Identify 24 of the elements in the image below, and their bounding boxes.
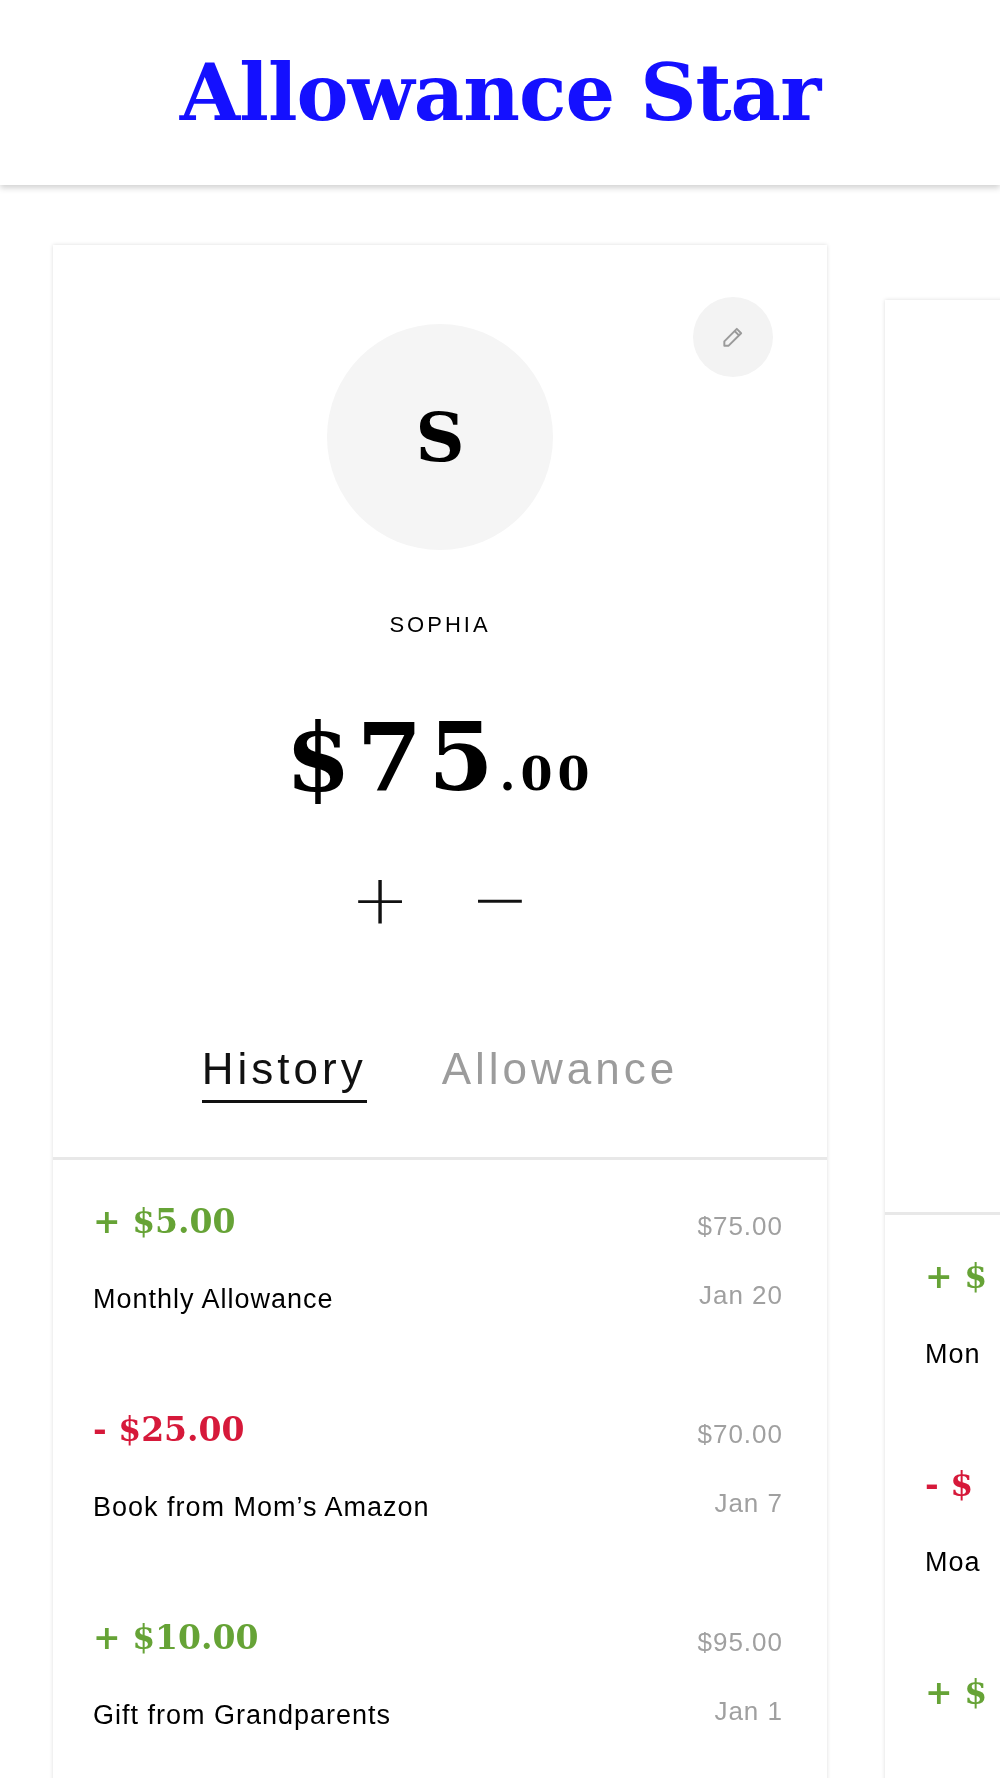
add-button[interactable]: + xyxy=(345,869,415,929)
transaction-amount: + $ xyxy=(925,1257,988,1297)
child-name: SOPHIA xyxy=(389,611,491,639)
transaction-amount: + $5.00 xyxy=(93,1202,237,1242)
transaction-description: Book from Mom’s Amazon xyxy=(93,1492,430,1522)
transaction-description: Gift from Grandparents xyxy=(93,1700,392,1730)
running-balance: $95.00 xyxy=(697,1626,783,1659)
running-balance: $70.00 xyxy=(697,1418,783,1451)
transaction-amount: - $25.00 xyxy=(93,1410,246,1450)
subtract-button[interactable]: − xyxy=(465,869,535,929)
transaction-date: Jan 1 xyxy=(713,1696,783,1726)
transaction-amount: + $10.00 xyxy=(93,1618,260,1658)
transaction-description: Mon xyxy=(925,1339,982,1369)
transaction-amount: + $ xyxy=(925,1673,988,1713)
balance-amount: $75.00 xyxy=(285,710,595,804)
transaction-description: Moa xyxy=(925,1547,981,1577)
transaction-date: Jan 20 xyxy=(697,1280,783,1310)
transaction-date: Jan 7 xyxy=(713,1488,783,1518)
transaction-amount: - $ xyxy=(925,1465,975,1505)
transaction-description: Monthly Allowance xyxy=(93,1284,334,1314)
running-balance: $75.00 xyxy=(697,1210,783,1243)
tab[interactable]: History xyxy=(201,1044,367,1103)
avatar: S xyxy=(327,324,553,550)
app-title: Allowance Star xyxy=(179,47,821,138)
